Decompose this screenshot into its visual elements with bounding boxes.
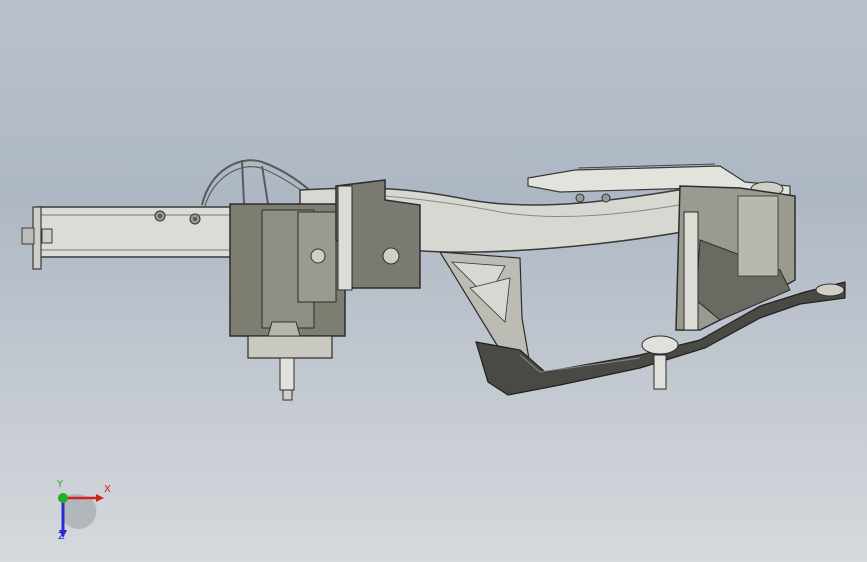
main-rail (21, 206, 239, 270)
coordinate-triad: X Y Z (48, 480, 118, 546)
frame-model[interactable] (0, 0, 867, 562)
y-axis-dot (58, 493, 68, 503)
graphics-viewport[interactable]: X Y Z (0, 0, 867, 562)
x-axis-label: X (104, 484, 111, 495)
y-axis-label: Y (57, 479, 64, 490)
z-axis-label: Z (58, 531, 65, 542)
engine-mount-block (229, 203, 346, 401)
